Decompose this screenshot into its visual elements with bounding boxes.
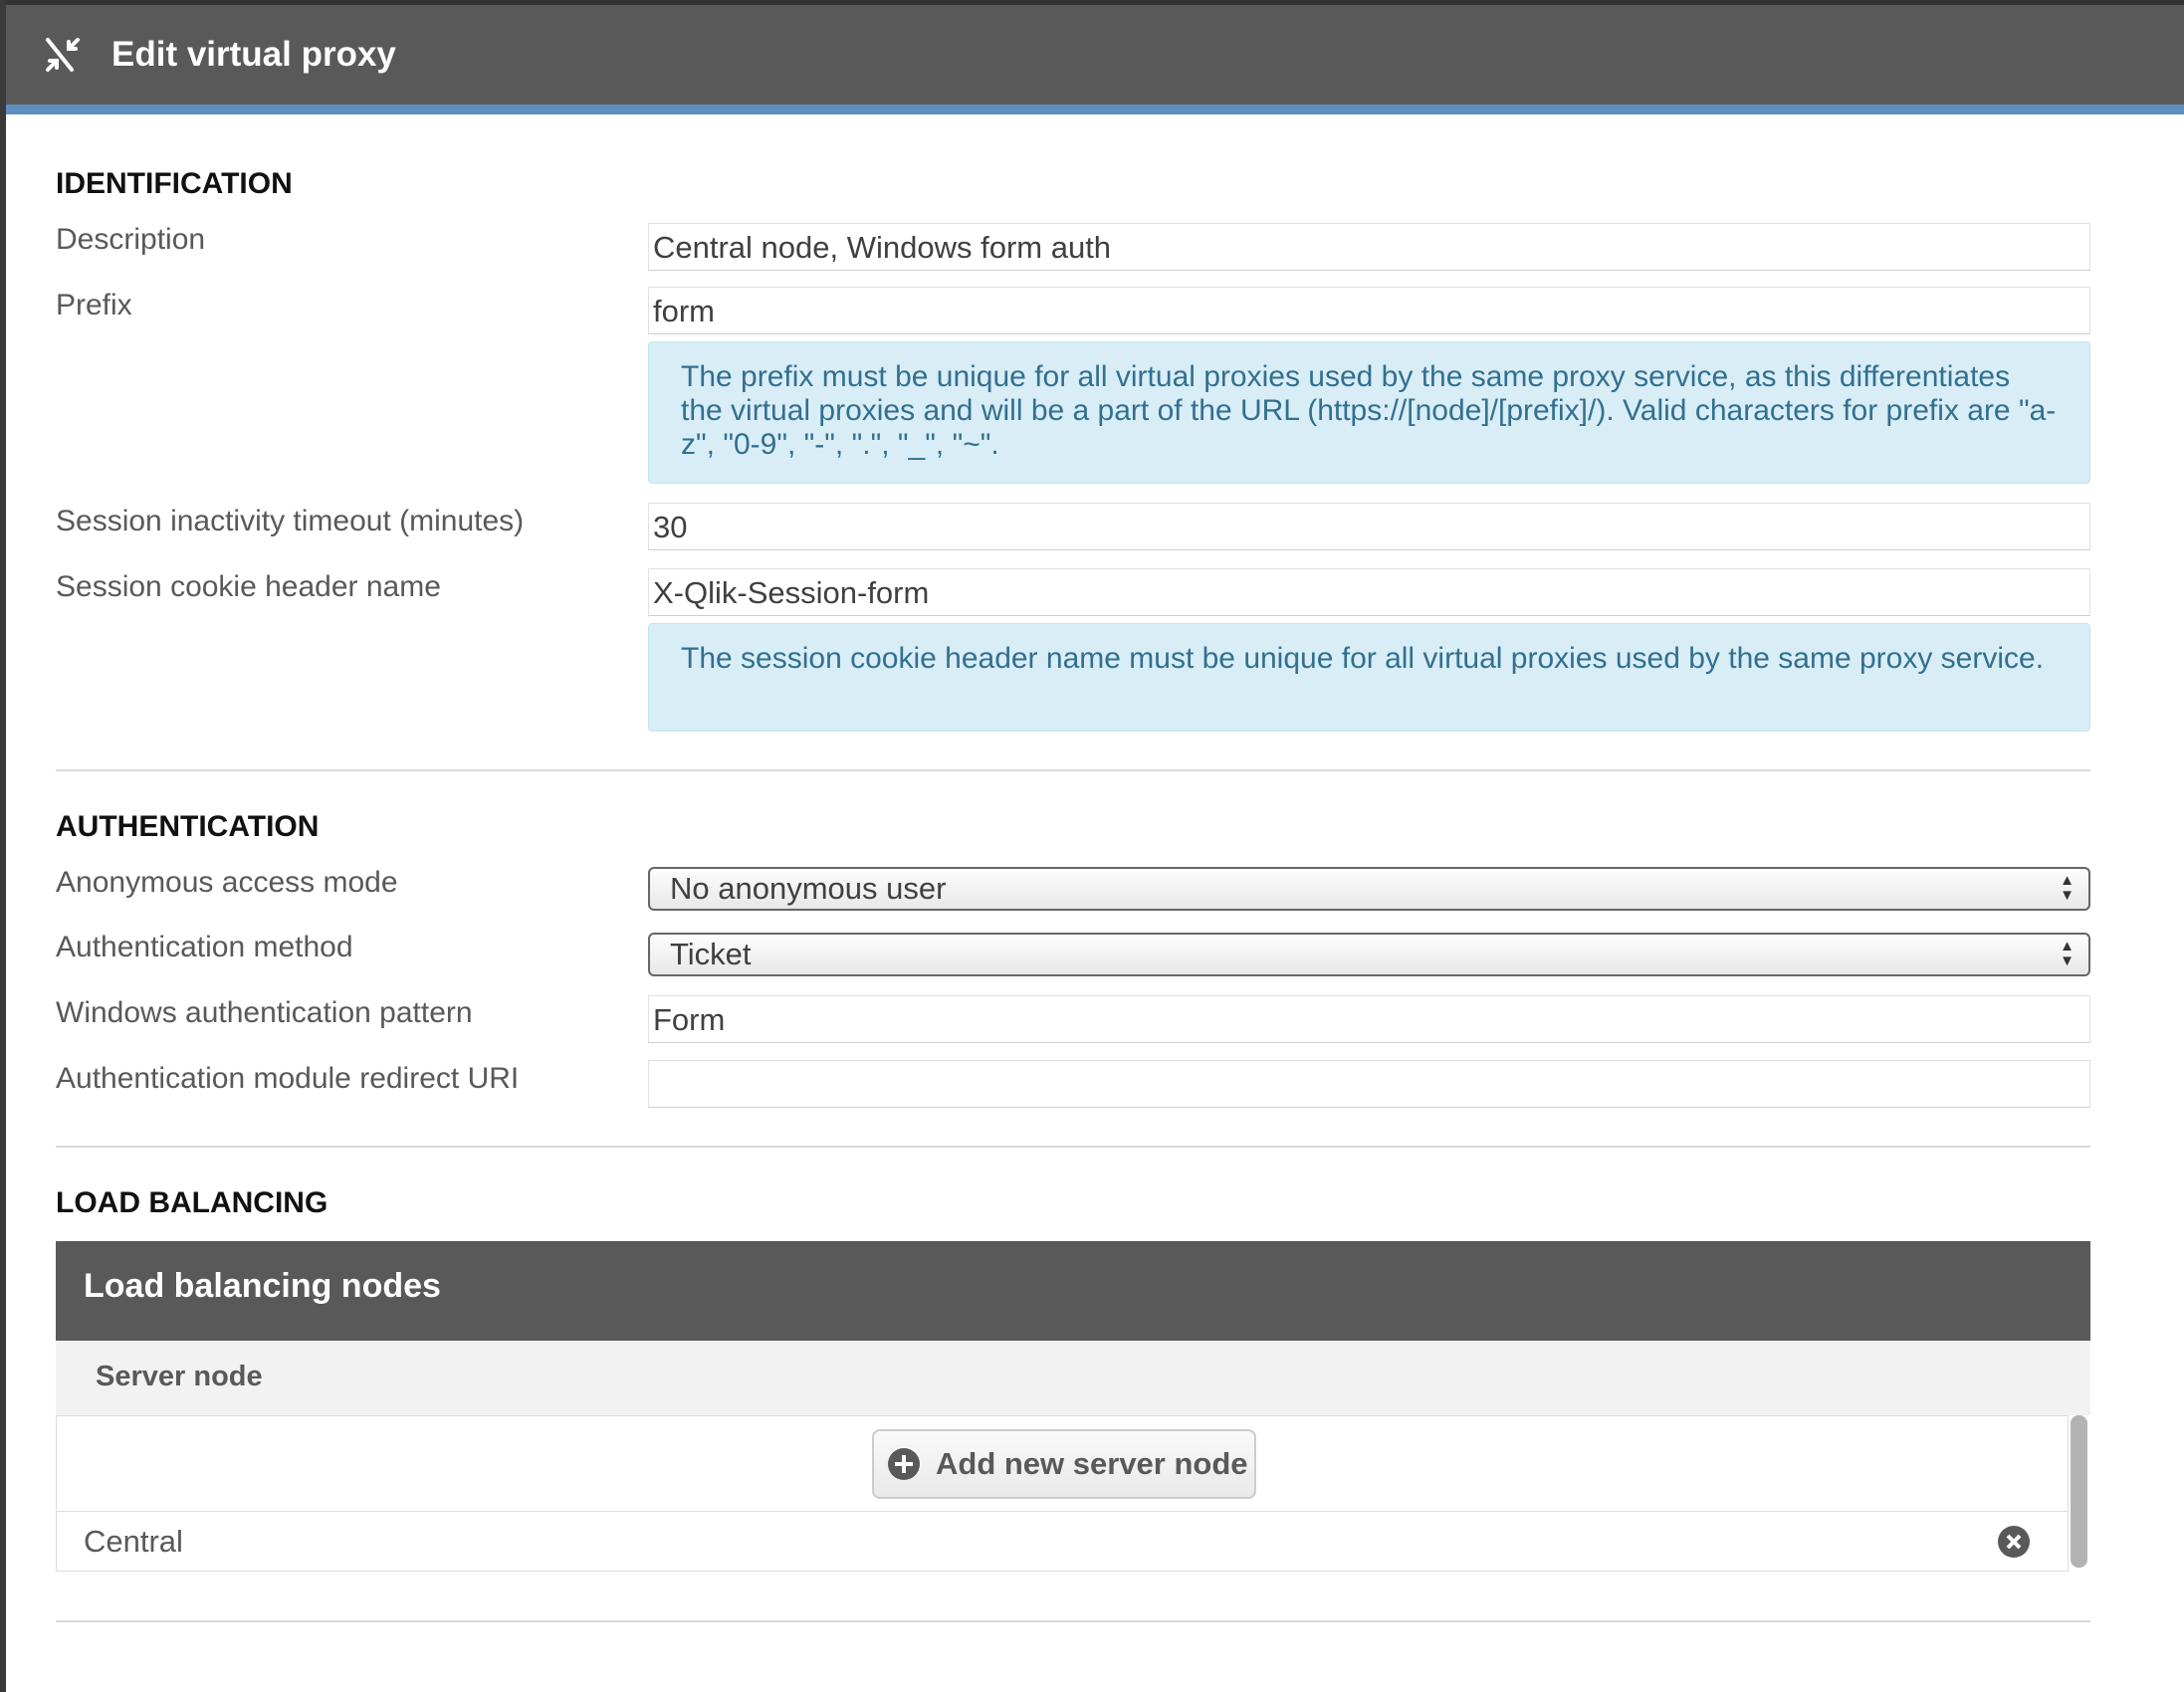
section-heading-identification: IDENTIFICATION: [56, 167, 293, 200]
windows-pattern-input[interactable]: Form: [648, 995, 2090, 1043]
add-server-node-label: Add new server node: [936, 1446, 1248, 1481]
prefix-info-box: The prefix must be unique for all virtua…: [648, 341, 2090, 484]
divider: [56, 1620, 2090, 1622]
auth-method-label: Authentication method: [56, 931, 353, 963]
prefix-label: Prefix: [56, 289, 132, 321]
dialog-header: Edit virtual proxy: [6, 5, 2184, 105]
select-arrows-icon: ▲ ▼: [2060, 938, 2075, 969]
plus-circle-icon: [888, 1448, 920, 1480]
remove-circle-icon[interactable]: [1998, 1526, 2030, 1558]
load-balancing-table-title: Load balancing nodes: [56, 1241, 2090, 1341]
select-arrows-icon: ▲ ▼: [2060, 872, 2075, 904]
windows-pattern-label: Windows authentication pattern: [56, 996, 473, 1029]
anonymous-mode-label: Anonymous access mode: [56, 866, 398, 899]
server-node-name: Central: [84, 1524, 183, 1559]
cookie-name-input[interactable]: X-Qlik-Session-form: [648, 568, 2090, 616]
prefix-input[interactable]: form: [648, 287, 2090, 334]
redirect-uri-label: Authentication module redirect URI: [56, 1062, 520, 1095]
column-header-server-node[interactable]: Server node: [56, 1341, 2090, 1415]
table-scrollbar[interactable]: [2071, 1415, 2087, 1568]
header-accent-stripe: [6, 105, 2184, 114]
anonymous-mode-select[interactable]: No anonymous user ▲ ▼: [648, 867, 2090, 911]
divider: [56, 1146, 2090, 1148]
timeout-input[interactable]: 30: [648, 503, 2090, 550]
divider: [56, 769, 2090, 771]
description-input[interactable]: Central node, Windows form auth: [648, 223, 2090, 271]
redirect-uri-input[interactable]: [648, 1060, 2090, 1108]
cookie-name-label: Session cookie header name: [56, 570, 441, 603]
collapse-arrows-icon: [46, 38, 80, 72]
auth-method-select[interactable]: Ticket ▲ ▼: [648, 933, 2090, 976]
add-server-node-button[interactable]: Add new server node: [872, 1429, 1256, 1499]
table-row: Central: [56, 1511, 2069, 1572]
cookie-info-box: The session cookie header name must be u…: [648, 623, 2090, 732]
section-heading-authentication: AUTHENTICATION: [56, 810, 320, 843]
timeout-label: Session inactivity timeout (minutes): [56, 505, 525, 537]
window-left-edge: [0, 0, 6, 1692]
description-label: Description: [56, 223, 206, 256]
add-node-row: Add new server node: [56, 1415, 2069, 1512]
auth-method-value: Ticket: [670, 937, 752, 971]
anonymous-mode-value: No anonymous user: [670, 871, 947, 906]
section-heading-load-balancing: LOAD BALANCING: [56, 1186, 328, 1219]
dialog-title: Edit virtual proxy: [111, 35, 396, 74]
